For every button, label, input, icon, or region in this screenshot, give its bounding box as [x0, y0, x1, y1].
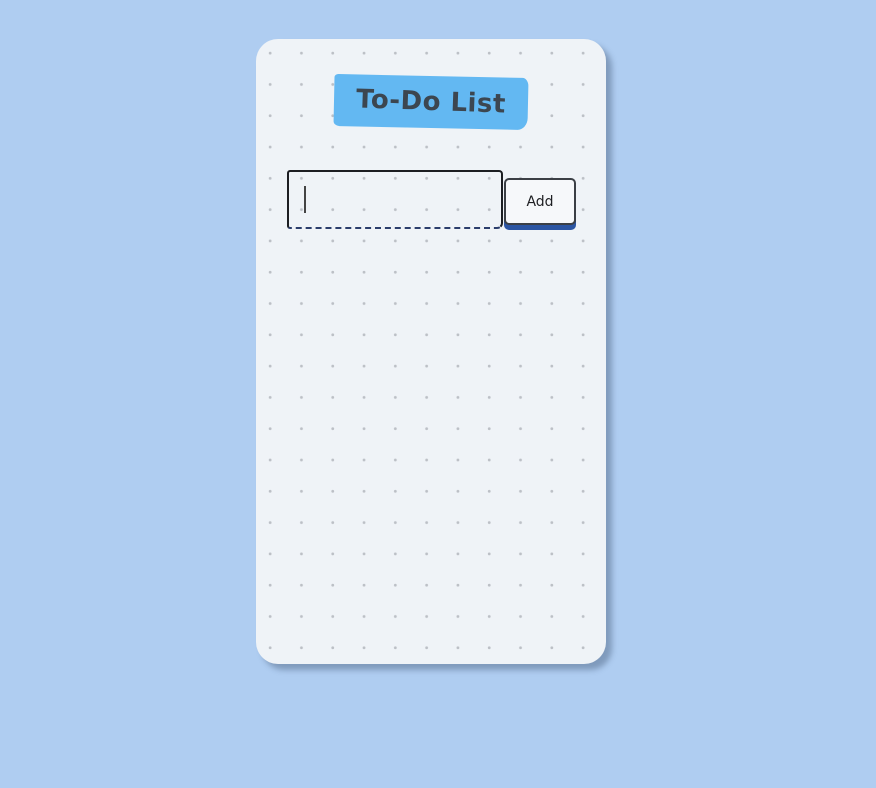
page-title: To-Do List: [355, 84, 507, 120]
task-input[interactable]: [287, 170, 503, 229]
text-caret: [304, 186, 306, 213]
title-banner: To-Do List: [333, 73, 529, 131]
add-button[interactable]: Add: [504, 178, 576, 225]
todo-card: To-Do List Add: [256, 39, 606, 664]
